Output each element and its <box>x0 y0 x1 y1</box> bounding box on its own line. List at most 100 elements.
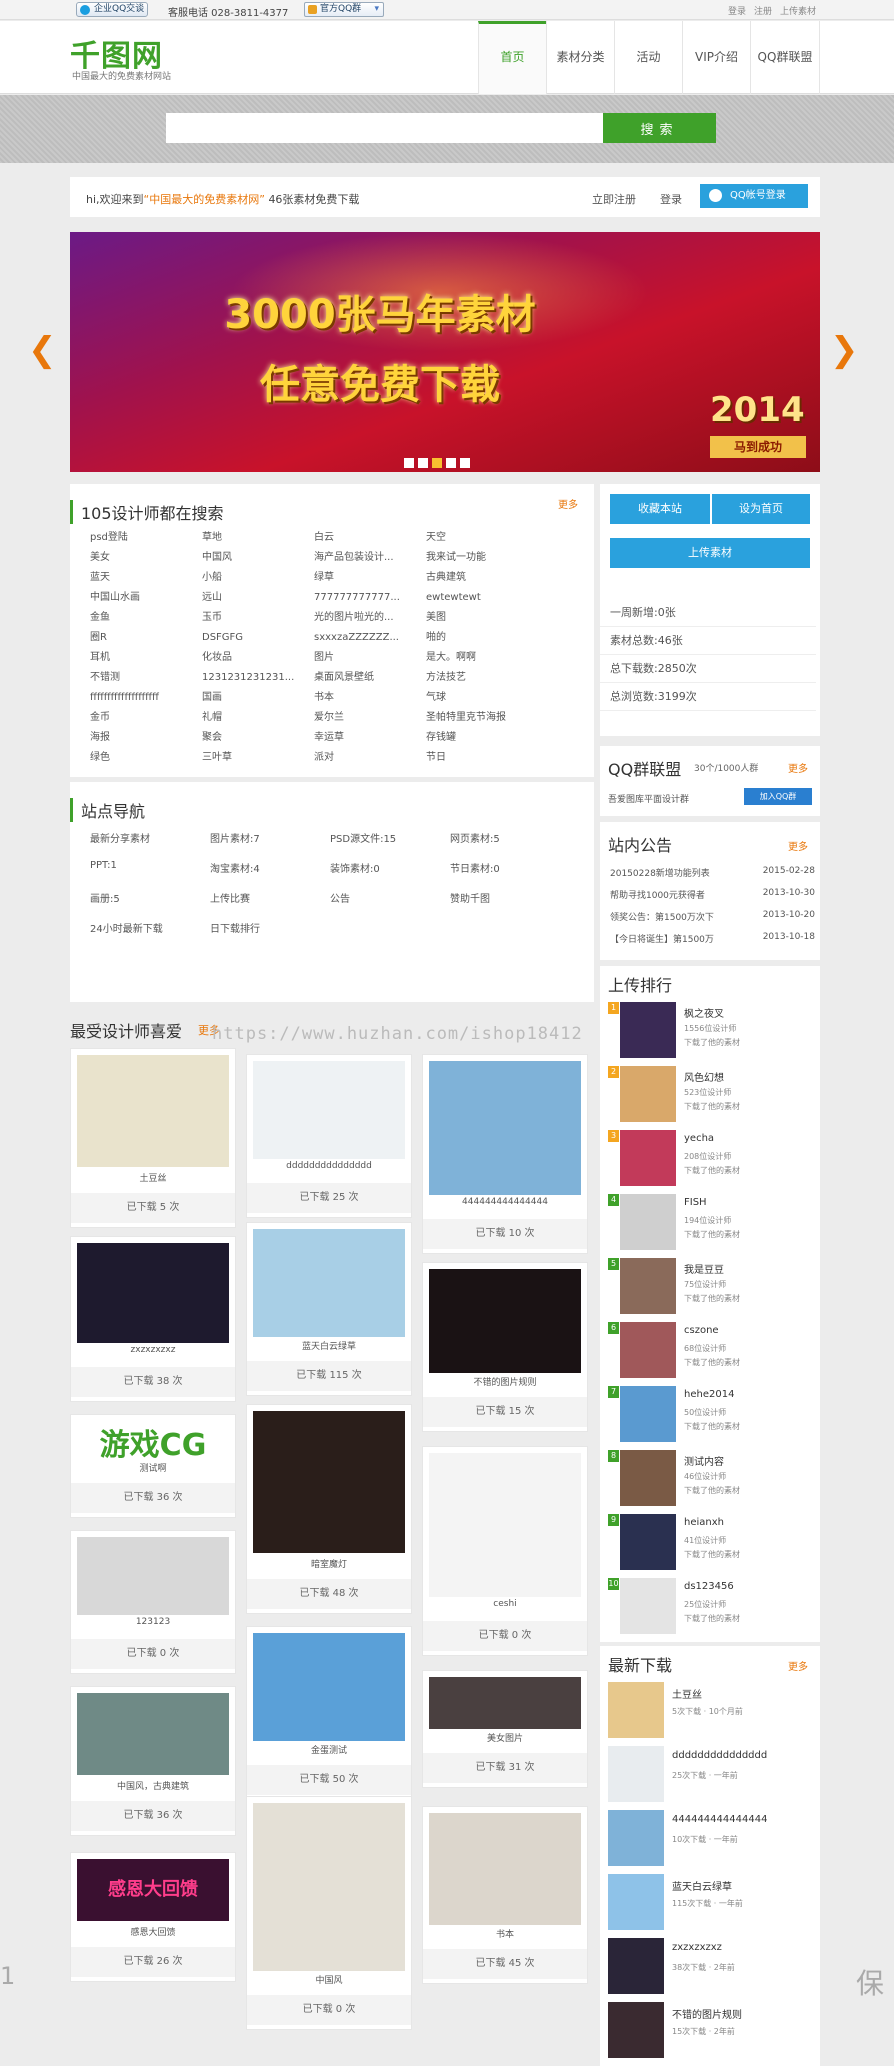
rank-item[interactable]: 6 cszone 68位设计师 下载了他的素材 <box>608 1322 818 1382</box>
latest-item[interactable]: 不错的图片规则 15次下载 · 2年前 <box>608 2002 818 2062</box>
rank-item[interactable]: 7 hehe2014 50位设计师 下载了他的素材 <box>608 1386 818 1446</box>
keyword-link[interactable]: 方法技艺 <box>426 670 538 685</box>
material-thumbnail[interactable] <box>77 1537 229 1615</box>
site-nav-link[interactable]: 24小时最新下载 <box>90 920 210 935</box>
material-card[interactable]: ddddddddddddddd 已下载 25 次 <box>246 1054 412 1218</box>
nav-qq-union[interactable]: QQ群联盟 <box>750 21 820 94</box>
material-card[interactable]: 美女图片 已下载 31 次 <box>422 1670 588 1788</box>
latest-item[interactable]: 土豆丝 5次下载 · 10个月前 <box>608 1682 818 1742</box>
rank-item[interactable]: 10 ds123456 25位设计师 下载了他的素材 <box>608 1578 818 1638</box>
banner-next-arrow[interactable]: ❯ <box>830 330 859 370</box>
keyword-link[interactable]: 是大。啊啊 <box>426 650 538 665</box>
material-card[interactable]: 123123 已下载 0 次 <box>70 1530 236 1674</box>
latest-more-link[interactable]: 更多 <box>788 1658 808 1673</box>
rank-user-name[interactable]: 风色幻想 <box>684 1069 724 1084</box>
keyword-link[interactable]: DSFGFG <box>202 630 314 645</box>
pager-dot[interactable] <box>404 458 414 468</box>
latest-item[interactable]: 蓝天白云绿草 115次下载 · 一年前 <box>608 1874 818 1934</box>
keyword-link[interactable]: 蓝天 <box>90 570 202 585</box>
notice-more-link[interactable]: 更多 <box>788 838 808 853</box>
material-thumbnail[interactable] <box>253 1633 405 1741</box>
site-nav-link[interactable]: 日下载排行 <box>210 920 330 935</box>
site-nav-link[interactable]: PSD源文件:15 <box>330 830 450 845</box>
rank-item[interactable]: 3 yecha 208位设计师 下载了他的素材 <box>608 1130 818 1190</box>
keyword-link[interactable]: psd登陆 <box>90 530 202 545</box>
keyword-link[interactable]: 白云 <box>314 530 426 545</box>
latest-item[interactable]: ddddddddddddddd 25次下载 · 一年前 <box>608 1746 818 1806</box>
keyword-link[interactable]: 古典建筑 <box>426 570 538 585</box>
material-thumbnail[interactable] <box>253 1229 405 1337</box>
nav-categories[interactable]: 素材分类 <box>546 21 614 94</box>
nav-home[interactable]: 首页 <box>478 21 546 94</box>
top-upload-link[interactable]: 上传素材 <box>780 7 816 17</box>
notice-item[interactable]: 【今日将诞生】第1500万 2013-10-18 <box>610 932 815 945</box>
pager-dot-active[interactable] <box>432 458 442 468</box>
material-card[interactable]: 暗室魔灯 已下载 48 次 <box>246 1404 412 1614</box>
latest-item-name[interactable]: 土豆丝 <box>672 1686 702 1701</box>
site-nav-link[interactable]: PPT:1 <box>90 860 210 873</box>
rank-item[interactable]: 5 我是豆豆 75位设计师 下载了他的素材 <box>608 1258 818 1318</box>
keyword-link[interactable]: 金币 <box>90 710 202 725</box>
material-card[interactable]: 444444444444444 已下载 10 次 <box>422 1054 588 1254</box>
material-thumbnail[interactable] <box>429 1813 581 1925</box>
material-card[interactable]: 金蛋测试 已下载 50 次 <box>246 1626 412 1800</box>
site-nav-link[interactable]: 图片素材:7 <box>210 830 330 845</box>
latest-item[interactable]: zxzxzxzxz 38次下载 · 2年前 <box>608 1938 818 1998</box>
material-thumbnail[interactable] <box>253 1411 405 1553</box>
material-card[interactable]: 不错的图片规则 已下载 15 次 <box>422 1262 588 1432</box>
latest-item-name[interactable]: 444444444444444 <box>672 1814 767 1825</box>
material-thumbnail[interactable] <box>429 1677 581 1729</box>
rank-item[interactable]: 9 heianxh 41位设计师 下载了他的素材 <box>608 1514 818 1574</box>
rank-item[interactable]: 8 测试内容 46位设计师 下载了他的素材 <box>608 1450 818 1510</box>
keyword-link[interactable]: 光的图片啦光的... <box>314 610 426 625</box>
keyword-link[interactable]: 三叶草 <box>202 750 314 765</box>
keyword-link[interactable]: 幸运草 <box>314 730 426 745</box>
keyword-link[interactable]: 圈R <box>90 630 202 645</box>
latest-item[interactable]: 444444444444444 10次下载 · 一年前 <box>608 1810 818 1870</box>
latest-item-name[interactable]: 不错的图片规则 <box>672 2006 742 2021</box>
qq-union-more-link[interactable]: 更多 <box>788 760 808 775</box>
keyword-link[interactable]: 书本 <box>314 690 426 705</box>
pager-dot[interactable] <box>460 458 470 468</box>
keyword-link[interactable]: 图片 <box>314 650 426 665</box>
login-link[interactable]: 登录 <box>660 191 682 207</box>
material-thumbnail[interactable] <box>77 1055 229 1167</box>
material-thumbnail[interactable] <box>429 1061 581 1195</box>
material-thumbnail[interactable] <box>253 1061 405 1159</box>
site-nav-link[interactable]: 网页素材:5 <box>450 830 570 845</box>
rank-user-name[interactable]: yecha <box>684 1133 714 1144</box>
rank-user-name[interactable]: heianxh <box>684 1517 724 1528</box>
search-input[interactable] <box>166 113 603 143</box>
register-link[interactable]: 立即注册 <box>592 191 636 207</box>
notice-item[interactable]: 帮助寻找1000元获得者 2013-10-30 <box>610 888 815 901</box>
keyword-link[interactable]: 礼帽 <box>202 710 314 725</box>
top-login-link[interactable]: 登录 <box>728 7 746 17</box>
rank-user-name[interactable]: 枫之夜叉 <box>684 1005 724 1020</box>
site-nav-link[interactable]: 上传比赛 <box>210 890 330 905</box>
keyword-link[interactable]: sxxxzaZZZZZZ... <box>314 630 426 645</box>
keyword-link[interactable]: 金鱼 <box>90 610 202 625</box>
material-card[interactable]: 蓝天白云绿草 已下载 115 次 <box>246 1222 412 1396</box>
site-nav-link[interactable]: 最新分享素材 <box>90 830 210 845</box>
keyword-link[interactable]: 聚会 <box>202 730 314 745</box>
keyword-link[interactable]: ffffffffffffffffffff <box>90 690 202 705</box>
keyword-link[interactable]: 派对 <box>314 750 426 765</box>
material-card[interactable]: 中国风 已下载 0 次 <box>246 1796 412 2030</box>
site-nav-link[interactable]: 淘宝素材:4 <box>210 860 330 875</box>
keyword-link[interactable]: 不错测 <box>90 670 202 685</box>
rank-user-name[interactable]: FISH <box>684 1197 707 1208</box>
site-nav-link[interactable]: 公告 <box>330 890 450 905</box>
keyword-link[interactable]: 节日 <box>426 750 538 765</box>
latest-item-name[interactable]: ddddddddddddddd <box>672 1750 767 1761</box>
keyword-link[interactable]: 我来试一功能 <box>426 550 538 565</box>
keyword-link[interactable]: 绿草 <box>314 570 426 585</box>
keyword-link[interactable]: 化妆品 <box>202 650 314 665</box>
material-thumbnail[interactable] <box>253 1803 405 1971</box>
latest-item-name[interactable]: 蓝天白云绿草 <box>672 1878 732 1893</box>
keyword-link[interactable]: 绿色 <box>90 750 202 765</box>
keyword-link[interactable]: 美图 <box>426 610 538 625</box>
keyword-link[interactable]: 海产品包装设计... <box>314 550 426 565</box>
keyword-link[interactable]: 远山 <box>202 590 314 605</box>
keyword-link[interactable]: 777777777777... <box>314 590 426 605</box>
banner-prev-arrow[interactable]: ❮ <box>28 330 57 370</box>
